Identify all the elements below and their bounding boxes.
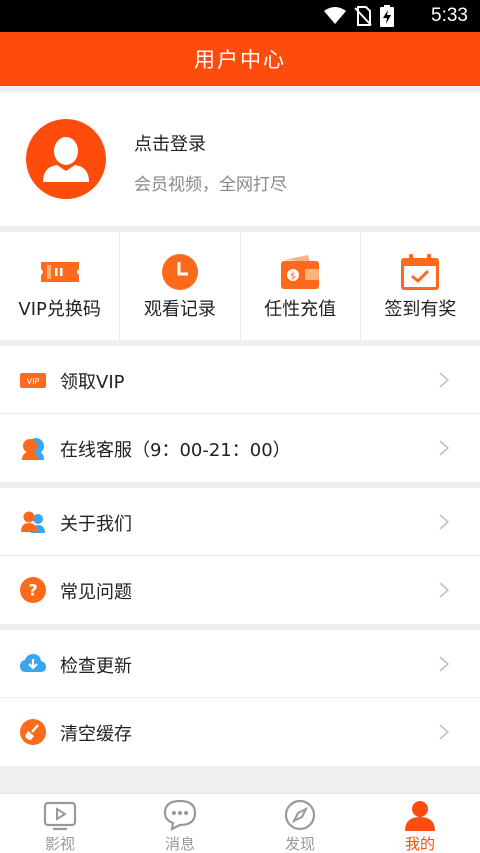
quick-watch-history[interactable]: 观看记录 xyxy=(120,232,241,340)
menu-item-about-us[interactable]: 关于我们 xyxy=(0,488,480,556)
quick-label: 观看记录 xyxy=(143,299,216,320)
chevron-right-icon xyxy=(439,514,450,530)
quick-label: VIP兑换码 xyxy=(18,299,101,320)
login-link[interactable]: 点击登录 xyxy=(134,130,206,156)
nav-tab-discover[interactable]: 发现 xyxy=(240,794,360,853)
menu-item-label: 在线客服（9：00-21：00） xyxy=(60,440,291,461)
chevron-right-icon xyxy=(439,440,450,456)
menu-item-label: 清空缓存 xyxy=(60,724,132,745)
battery-charging-icon xyxy=(380,5,394,27)
compass-icon xyxy=(284,799,316,831)
menu-item-clear-cache[interactable]: 清空缓存 xyxy=(0,698,480,766)
nav-label: 我的 xyxy=(404,835,435,853)
calendar-check-icon xyxy=(401,254,440,290)
profile-card[interactable]: 点击登录 会员视频，全网打尽 xyxy=(0,92,480,226)
menu-group-vip: VIP 领取VIP 在线客服（9：00-21：00） xyxy=(0,346,480,482)
menu-group-info: 关于我们 ? 常见问题 xyxy=(0,488,480,624)
quick-label: 签到有奖 xyxy=(384,299,457,320)
vip-icon: VIP xyxy=(20,373,46,388)
nav-label: 发现 xyxy=(284,835,315,853)
svg-text:?: ? xyxy=(28,581,37,600)
menu-group-maintenance: 检查更新 清空缓存 xyxy=(0,630,480,766)
clock-icon xyxy=(161,254,198,290)
ticket-icon xyxy=(40,262,79,282)
wifi-icon xyxy=(324,7,346,24)
wallet-icon: $ xyxy=(281,255,320,289)
quick-recharge[interactable]: $ 任性充值 xyxy=(241,232,361,340)
avatar[interactable] xyxy=(26,119,106,199)
quick-actions: VIP兑换码 观看记录 $ 任性充值 签到有奖 xyxy=(0,232,480,340)
customer-service-icon xyxy=(22,438,44,460)
chevron-right-icon xyxy=(439,724,450,740)
menu-item-label: 领取VIP xyxy=(60,372,125,393)
nav-label: 消息 xyxy=(164,835,195,853)
avatar-user-icon xyxy=(43,137,89,182)
nav-tab-messages[interactable]: 消息 xyxy=(120,794,240,853)
profile-slogan: 会员视频，全网打尽 xyxy=(134,175,287,195)
quick-vip-code[interactable]: VIP兑换码 xyxy=(0,232,121,340)
menu-item-get-vip[interactable]: VIP 领取VIP xyxy=(0,346,480,414)
bottom-nav: 影视 消息 发现 我的 xyxy=(0,793,480,853)
menu-item-label: 检查更新 xyxy=(60,656,132,677)
menu-item-label: 关于我们 xyxy=(60,514,132,535)
nav-tab-movies[interactable]: 影视 xyxy=(0,794,120,853)
nav-label: 影视 xyxy=(44,835,75,853)
menu-item-customer-service[interactable]: 在线客服（9：00-21：00） xyxy=(0,414,480,482)
cloud-download-icon xyxy=(20,654,46,672)
app-header: 用户中心 xyxy=(0,32,480,86)
status-icons xyxy=(324,5,394,27)
menu-item-check-update[interactable]: 检查更新 xyxy=(0,630,480,698)
user-icon xyxy=(405,801,435,831)
status-time: 5:33 xyxy=(431,5,468,26)
svg-text:$: $ xyxy=(290,272,296,282)
chat-icon xyxy=(163,799,197,831)
status-bar: 5:33 xyxy=(0,0,480,32)
broom-icon xyxy=(20,719,46,745)
quick-label: 任性充值 xyxy=(264,299,337,320)
question-icon: ? xyxy=(20,577,46,603)
chevron-right-icon xyxy=(439,582,450,598)
no-sim-icon xyxy=(354,6,372,26)
menu-item-label: 常见问题 xyxy=(60,582,132,603)
menu-item-faq[interactable]: ? 常见问题 xyxy=(0,556,480,624)
people-icon xyxy=(21,511,45,533)
nav-tab-mine[interactable]: 我的 xyxy=(360,794,480,853)
quick-check-in[interactable]: 签到有奖 xyxy=(361,232,480,340)
chevron-right-icon xyxy=(439,656,450,672)
svg-text:VIP: VIP xyxy=(27,377,40,386)
play-icon xyxy=(43,801,77,831)
page-title: 用户中心 xyxy=(194,48,286,72)
chevron-right-icon xyxy=(439,372,450,388)
